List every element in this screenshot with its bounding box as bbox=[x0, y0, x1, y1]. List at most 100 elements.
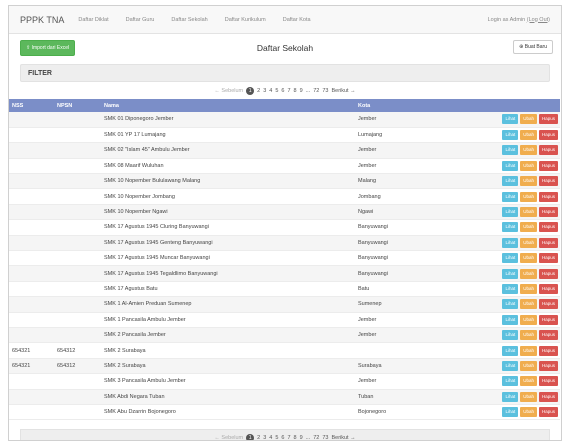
delete-button[interactable]: Hapus bbox=[538, 253, 558, 264]
logout-link[interactable]: (Log Out) bbox=[527, 17, 550, 23]
pagination-page[interactable]: 9 bbox=[300, 88, 303, 94]
nav-link-sekolah[interactable]: Daftar Sekolah bbox=[171, 17, 207, 23]
view-button[interactable]: Lihat bbox=[502, 330, 519, 341]
edit-button[interactable]: Ubah bbox=[520, 160, 537, 171]
delete-button[interactable]: Hapus bbox=[538, 145, 558, 156]
column-header-kota[interactable]: Kota bbox=[356, 99, 480, 112]
column-header-nss[interactable]: NSS bbox=[9, 99, 55, 112]
delete-button[interactable]: Hapus bbox=[538, 314, 558, 325]
delete-button[interactable]: Hapus bbox=[538, 130, 558, 141]
delete-button[interactable]: Hapus bbox=[538, 360, 558, 371]
edit-button[interactable]: Ubah bbox=[520, 299, 537, 310]
delete-button[interactable]: Hapus bbox=[538, 407, 558, 418]
pagination-page[interactable]: 6 bbox=[281, 88, 284, 94]
view-button[interactable]: Lihat bbox=[502, 130, 519, 141]
view-button[interactable]: Lihat bbox=[502, 345, 519, 356]
pagination-page[interactable]: 5 bbox=[275, 88, 278, 94]
pagination-page[interactable]: 4 bbox=[269, 88, 272, 94]
pagination-page[interactable]: 4 bbox=[269, 435, 272, 441]
edit-button[interactable]: Ubah bbox=[520, 207, 537, 218]
pagination-page[interactable]: 9 bbox=[300, 435, 303, 441]
pagination-page[interactable]: 2 bbox=[257, 88, 260, 94]
filter-panel-header[interactable]: FILTER bbox=[20, 64, 550, 82]
view-button[interactable]: Lihat bbox=[502, 299, 519, 310]
edit-button[interactable]: Ubah bbox=[520, 253, 537, 264]
nav-link-diklat[interactable]: Daftar Diklat bbox=[78, 17, 108, 23]
pagination-page[interactable]: 7 bbox=[287, 435, 290, 441]
edit-button[interactable]: Ubah bbox=[520, 191, 537, 202]
delete-button[interactable]: Hapus bbox=[538, 207, 558, 218]
delete-button[interactable]: Hapus bbox=[538, 237, 558, 248]
edit-button[interactable]: Ubah bbox=[520, 376, 537, 387]
view-button[interactable]: Lihat bbox=[502, 114, 519, 125]
view-button[interactable]: Lihat bbox=[502, 283, 519, 294]
edit-button[interactable]: Ubah bbox=[520, 283, 537, 294]
pagination-page[interactable]: 7 bbox=[287, 88, 290, 94]
delete-button[interactable]: Hapus bbox=[538, 222, 558, 233]
edit-button[interactable]: Ubah bbox=[520, 268, 537, 279]
edit-button[interactable]: Ubah bbox=[520, 330, 537, 341]
view-button[interactable]: Lihat bbox=[502, 145, 519, 156]
pagination-page[interactable]: 73 bbox=[322, 88, 328, 94]
view-button[interactable]: Lihat bbox=[502, 268, 519, 279]
pagination-page-active[interactable]: 1 bbox=[246, 86, 255, 95]
pagination-page[interactable]: 3 bbox=[263, 88, 266, 94]
delete-button[interactable]: Hapus bbox=[538, 191, 558, 202]
pagination-page[interactable]: 8 bbox=[294, 435, 297, 441]
column-header-npsn[interactable]: NPSN bbox=[55, 99, 102, 112]
edit-button[interactable]: Ubah bbox=[520, 145, 537, 156]
pagination-next[interactable]: Berikut → bbox=[331, 435, 355, 441]
delete-button[interactable]: Hapus bbox=[538, 330, 558, 341]
pagination-next[interactable]: Berikut → bbox=[331, 88, 355, 94]
pagination-page-active[interactable]: 1 bbox=[246, 433, 255, 440]
edit-button[interactable]: Ubah bbox=[520, 345, 537, 356]
nav-link-kota[interactable]: Daftar Kota bbox=[283, 17, 311, 23]
view-button[interactable]: Lihat bbox=[502, 191, 519, 202]
delete-button[interactable]: Hapus bbox=[538, 283, 558, 294]
delete-button[interactable]: Hapus bbox=[538, 268, 558, 279]
edit-button[interactable]: Ubah bbox=[520, 130, 537, 141]
create-new-button[interactable]: ⊕ Buat Baru bbox=[513, 40, 553, 54]
edit-button[interactable]: Ubah bbox=[520, 222, 537, 233]
pagination-page[interactable]: 73 bbox=[322, 435, 328, 441]
pagination-page[interactable]: 72 bbox=[313, 88, 319, 94]
view-button[interactable]: Lihat bbox=[502, 237, 519, 248]
view-button[interactable]: Lihat bbox=[502, 360, 519, 371]
view-button[interactable]: Lihat bbox=[502, 207, 519, 218]
pagination-page[interactable]: 5 bbox=[275, 435, 278, 441]
delete-button[interactable]: Hapus bbox=[538, 299, 558, 310]
view-button[interactable]: Lihat bbox=[502, 253, 519, 264]
view-button[interactable]: Lihat bbox=[502, 160, 519, 171]
delete-button[interactable]: Hapus bbox=[538, 376, 558, 387]
edit-button[interactable]: Ubah bbox=[520, 176, 537, 187]
nav-link-kurikulum[interactable]: Daftar Kurikulum bbox=[225, 17, 266, 23]
view-button[interactable]: Lihat bbox=[502, 391, 519, 402]
pagination-top: ← Sebelum 1 2 3 4 5 6 7 8 9 ... 72 73 Be… bbox=[9, 82, 561, 99]
pagination-page[interactable]: 6 bbox=[281, 435, 284, 441]
view-button[interactable]: Lihat bbox=[502, 314, 519, 325]
view-button[interactable]: Lihat bbox=[502, 176, 519, 187]
edit-button[interactable]: Ubah bbox=[520, 407, 537, 418]
delete-button[interactable]: Hapus bbox=[538, 391, 558, 402]
edit-button[interactable]: Ubah bbox=[520, 114, 537, 125]
delete-button[interactable]: Hapus bbox=[538, 176, 558, 187]
edit-button[interactable]: Ubah bbox=[520, 314, 537, 325]
pagination-page[interactable]: 2 bbox=[257, 435, 260, 441]
edit-button[interactable]: Ubah bbox=[520, 237, 537, 248]
view-button[interactable]: Lihat bbox=[502, 376, 519, 387]
delete-button[interactable]: Hapus bbox=[538, 114, 558, 125]
delete-button[interactable]: Hapus bbox=[538, 160, 558, 171]
column-header-nama[interactable]: Nama bbox=[102, 99, 356, 112]
brand-logo[interactable]: PPPK TNA bbox=[20, 15, 64, 25]
row-actions: Lihat Ubah Hapus bbox=[480, 189, 560, 204]
delete-button[interactable]: Hapus bbox=[538, 345, 558, 356]
nav-link-guru[interactable]: Daftar Guru bbox=[126, 17, 155, 23]
cell-nama: SMK 2 Pancasila Jember bbox=[104, 332, 166, 339]
view-button[interactable]: Lihat bbox=[502, 222, 519, 233]
edit-button[interactable]: Ubah bbox=[520, 391, 537, 402]
pagination-page[interactable]: 8 bbox=[294, 88, 297, 94]
edit-button[interactable]: Ubah bbox=[520, 360, 537, 371]
pagination-page[interactable]: 3 bbox=[263, 435, 266, 441]
pagination-page[interactable]: 72 bbox=[313, 435, 319, 441]
view-button[interactable]: Lihat bbox=[502, 407, 519, 418]
